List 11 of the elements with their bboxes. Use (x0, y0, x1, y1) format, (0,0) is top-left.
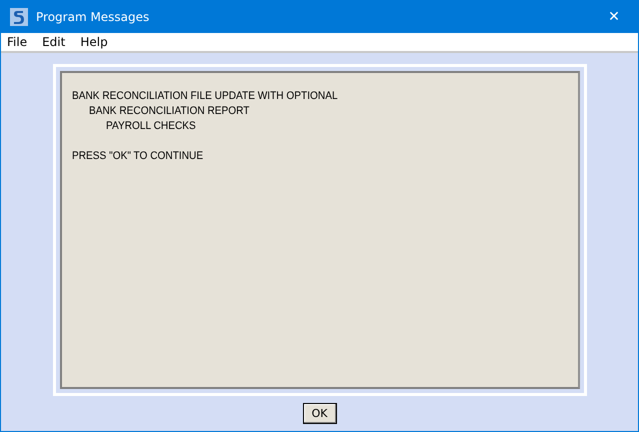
menu-item[interactable]: Edit (36, 35, 72, 49)
message-line: PRESS "OK" TO CONTINUE (72, 149, 204, 164)
app-logo-icon (10, 8, 28, 26)
window-title: Program Messages (36, 10, 150, 24)
menu-item[interactable]: Help (74, 35, 114, 49)
ok-button[interactable]: OK (302, 403, 336, 424)
menu-item[interactable]: File (1, 35, 34, 49)
message-line: BANK RECONCILIATION REPORT (88, 104, 250, 119)
message-line: PAYROLL CHECKS (106, 119, 196, 134)
message-line: BANK RECONCILIATION FILE UPDATE WITH OPTIONAL (72, 89, 338, 104)
close-button[interactable]: ✕ (594, 0, 634, 33)
